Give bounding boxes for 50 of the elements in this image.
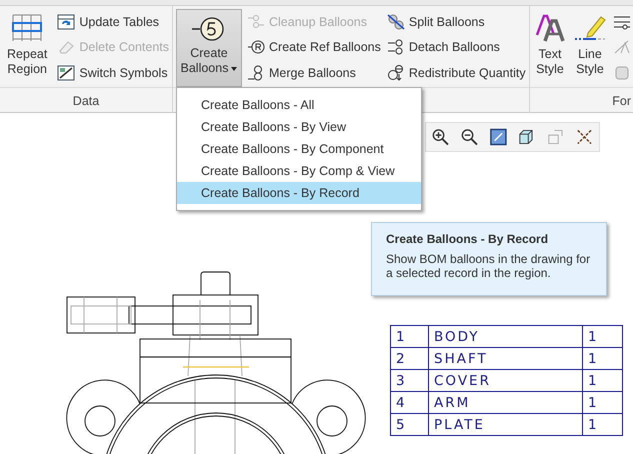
balloon-lines-icon	[247, 14, 265, 30]
ribbon-button[interactable]: Detach Balloons	[384, 35, 529, 60]
detach-balloons-icon	[386, 39, 405, 56]
text-style-icon	[534, 13, 566, 43]
menu-item[interactable]: Create Balloons - By Record	[177, 182, 421, 204]
ribbon-button[interactable]: Redistribute Quantity	[384, 60, 529, 85]
ribbon-button[interactable]: Create Ref Balloons	[244, 35, 384, 60]
name-cell: ARM	[428, 392, 582, 414]
quantity-cell: 1	[582, 392, 622, 414]
name-cell: SHAFT	[428, 348, 582, 370]
quantity-cell: 1	[582, 370, 622, 392]
redistribute-balloon-icon	[386, 64, 405, 81]
quantity-cell: 1	[582, 348, 622, 370]
ribbon-button[interactable]: Merge Balloons	[244, 60, 384, 85]
split-balloons-icon	[386, 14, 405, 30]
ribbon-button[interactable]: Update Tables	[54, 10, 172, 34]
sliders-icon[interactable]	[613, 14, 631, 30]
index-cell: 3	[390, 370, 428, 392]
symbol-table-icon	[57, 64, 76, 81]
style-button[interactable]: Text Style	[530, 7, 570, 88]
menu-item[interactable]: Create Balloons - By Component	[177, 138, 421, 160]
crossed-points-icon[interactable]	[575, 127, 594, 147]
repeat-region-button[interactable]: Repeat Region	[0, 7, 54, 88]
name-cell: BODY	[428, 326, 582, 348]
refit-icon[interactable]	[488, 127, 508, 147]
index-cell: 1	[390, 326, 428, 348]
index-cell: 5	[390, 414, 428, 436]
table-grid-icon	[11, 13, 44, 43]
menu-item[interactable]: Create Balloons - By Comp & View	[177, 160, 421, 182]
menu-item[interactable]: Create Balloons - All	[177, 94, 421, 116]
name-cell: COVER	[428, 370, 582, 392]
tooltip-text: Show BOM balloons in the drawing for a selected record in the region.	[386, 252, 591, 280]
create-balloons-button[interactable]: Create Balloons	[176, 9, 242, 88]
eraser-icon	[57, 39, 76, 56]
zoom-out-icon[interactable]	[460, 127, 479, 147]
style-button[interactable]: Line Style	[570, 7, 610, 88]
refresh-table-icon	[57, 14, 76, 30]
reference-balloon-icon	[247, 39, 265, 56]
name-cell: PLATE	[428, 414, 582, 436]
caret-icon	[231, 66, 238, 71]
menu-item[interactable]: Create Balloons - By View	[177, 116, 421, 138]
tooltip-title: Create Balloons - By Record	[386, 232, 550, 246]
quantity-cell: 1	[582, 326, 622, 348]
index-cell: 4	[390, 392, 428, 414]
merge-balloons-icon	[247, 64, 265, 81]
ribbon-button[interactable]: Split Balloons	[384, 10, 529, 34]
quantity-cell: 1	[582, 414, 622, 436]
ribbon-button[interactable]: Switch Symbols	[54, 60, 172, 85]
zoom-in-icon[interactable]	[431, 127, 450, 147]
index-cell: 2	[390, 348, 428, 370]
